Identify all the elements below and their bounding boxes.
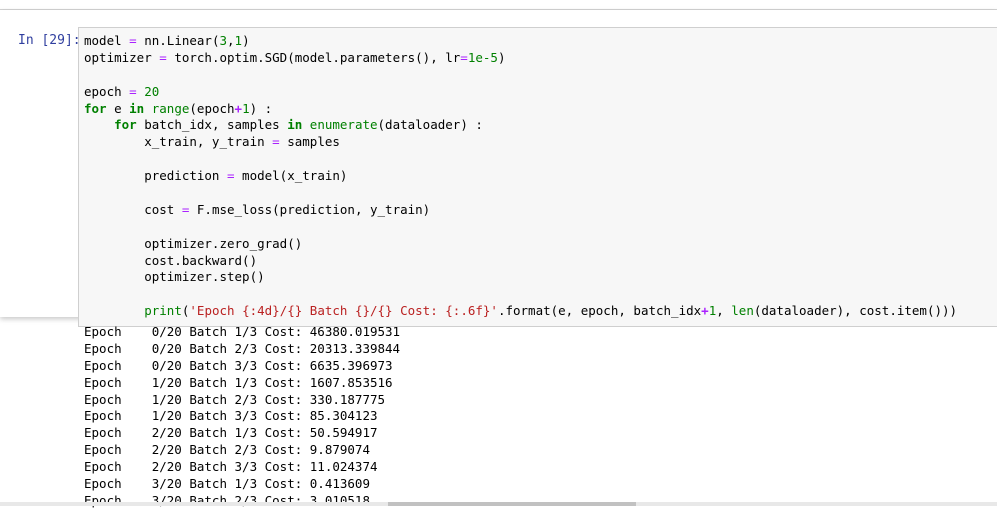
output-line: Epoch 0/20 Batch 1/3 Cost: 46380.019531 (84, 324, 401, 339)
code-token: ) (497, 49, 506, 65)
code-token: = (460, 49, 468, 65)
output-line: Epoch 1/20 Batch 2/3 Cost: 330.187775 (84, 391, 386, 407)
code-line[interactable]: cost.backward() (84, 253, 957, 270)
code-line[interactable]: prediction = model(x_train) (84, 168, 957, 185)
code-line[interactable]: for batch_idx, samples in enumerate(data… (84, 117, 957, 134)
code-line[interactable]: epoch = 20 (84, 84, 957, 101)
code-token: .format(e, epoch, batch_idx (497, 303, 702, 319)
code-token: in (287, 117, 303, 133)
output-line: Epoch 2/20 Batch 1/3 Cost: 50.594917 (84, 425, 378, 441)
code-line[interactable] (84, 151, 957, 168)
code-token: F.mse_loss(prediction, y_train) (189, 201, 431, 217)
code-token: e (106, 100, 130, 116)
input-prompt: In [29]: (18, 33, 81, 48)
code-token: = (129, 33, 137, 48)
code-line[interactable]: for e in range(epoch+1) : (84, 101, 957, 118)
code-token: = (159, 49, 167, 65)
code-line[interactable]: print('Epoch {:4d}/{} Batch {}/{} Cost: … (84, 303, 957, 320)
code-token: nn.Linear( (136, 33, 220, 48)
code-text[interactable]: model = nn.Linear(3,1) optimizer = torch.… (84, 33, 957, 320)
code-token: 1e-5 (467, 49, 498, 65)
code-token: 'Epoch {:4d}/{} Batch {}/{} Cost: {:.6f}… (189, 303, 498, 319)
code-token: enumerate (309, 117, 378, 133)
code-token: x_train, y_train (84, 134, 273, 150)
code-line[interactable] (84, 185, 957, 202)
code-token: 3 (219, 33, 228, 48)
code-token: cost.backward() (84, 252, 258, 268)
code-token: , (716, 303, 732, 319)
code-token: optimizer.zero_grad() (84, 235, 303, 251)
output-line: Epoch 2/20 Batch 2/3 Cost: 9.879074 (84, 442, 370, 458)
code-token: (dataloader) : (377, 117, 483, 133)
code-line[interactable]: model = nn.Linear(3,1) (84, 33, 957, 50)
code-token: model(x_train) (234, 168, 348, 184)
code-line[interactable] (84, 67, 957, 84)
code-token: for (84, 100, 107, 116)
output-line: Epoch 2/20 Batch 3/3 Cost: 11.024374 (84, 459, 378, 475)
code-token: samples (279, 134, 340, 150)
output-line: Epoch 1/20 Batch 1/3 Cost: 1607.853516 (84, 374, 393, 390)
code-token: (dataloader), cost.item())) (753, 303, 958, 319)
code-token: range (151, 100, 190, 116)
code-token: torch.optim.SGD(model.parameters(), lr (166, 49, 461, 65)
code-line[interactable] (84, 219, 957, 236)
code-cell[interactable]: In [29]: model = nn.Linear(3,1) optimizer… (0, 10, 997, 327)
code-token: ) (242, 33, 250, 48)
code-token: + (701, 303, 709, 319)
output-line: Epoch 0/20 Batch 2/3 Cost: 20313.339844 (84, 340, 401, 356)
code-token: epoch (84, 83, 130, 99)
code-token: model (84, 33, 130, 48)
code-token: prediction (84, 168, 227, 184)
code-token: 20 (144, 83, 160, 99)
code-token: optimizer (84, 49, 160, 65)
code-token: cost (84, 201, 182, 217)
code-token: in (129, 100, 145, 116)
code-line[interactable]: optimizer = torch.optim.SGD(model.parame… (84, 50, 957, 67)
code-token: = (129, 83, 137, 99)
scrollbar-thumb[interactable] (388, 502, 636, 506)
code-token: for (114, 117, 137, 133)
code-line[interactable]: x_train, y_train = samples (84, 134, 957, 151)
code-token: batch_idx, samples (136, 117, 288, 133)
code-token: , (227, 33, 235, 48)
code-token: 1 (242, 100, 250, 116)
code-token: = (227, 168, 235, 184)
output-line: Epoch 3/20 Batch 1/3 Cost: 0.413609 (84, 476, 370, 492)
code-token: print (144, 303, 182, 319)
code-token: 1 (234, 33, 243, 48)
code-token: optimizer.step() (84, 269, 265, 285)
code-token: ) : (249, 100, 273, 116)
output-line: Epoch 0/20 Batch 3/3 Cost: 6635.396973 (84, 357, 393, 373)
code-token: + (234, 100, 243, 116)
code-token: = (272, 134, 280, 150)
code-token: (epoch (189, 100, 235, 116)
cell-output: Epoch 0/20 Batch 1/3 Cost: 46380.019531 E… (84, 324, 400, 510)
code-line[interactable]: cost = F.mse_loss(prediction, y_train) (84, 202, 957, 219)
output-line: Epoch 1/20 Batch 3/3 Cost: 85.304123 (84, 408, 378, 424)
code-line[interactable]: optimizer.zero_grad() (84, 236, 957, 253)
code-line[interactable]: optimizer.step() (84, 269, 957, 286)
code-token: len (731, 303, 754, 319)
code-line[interactable] (84, 286, 957, 303)
